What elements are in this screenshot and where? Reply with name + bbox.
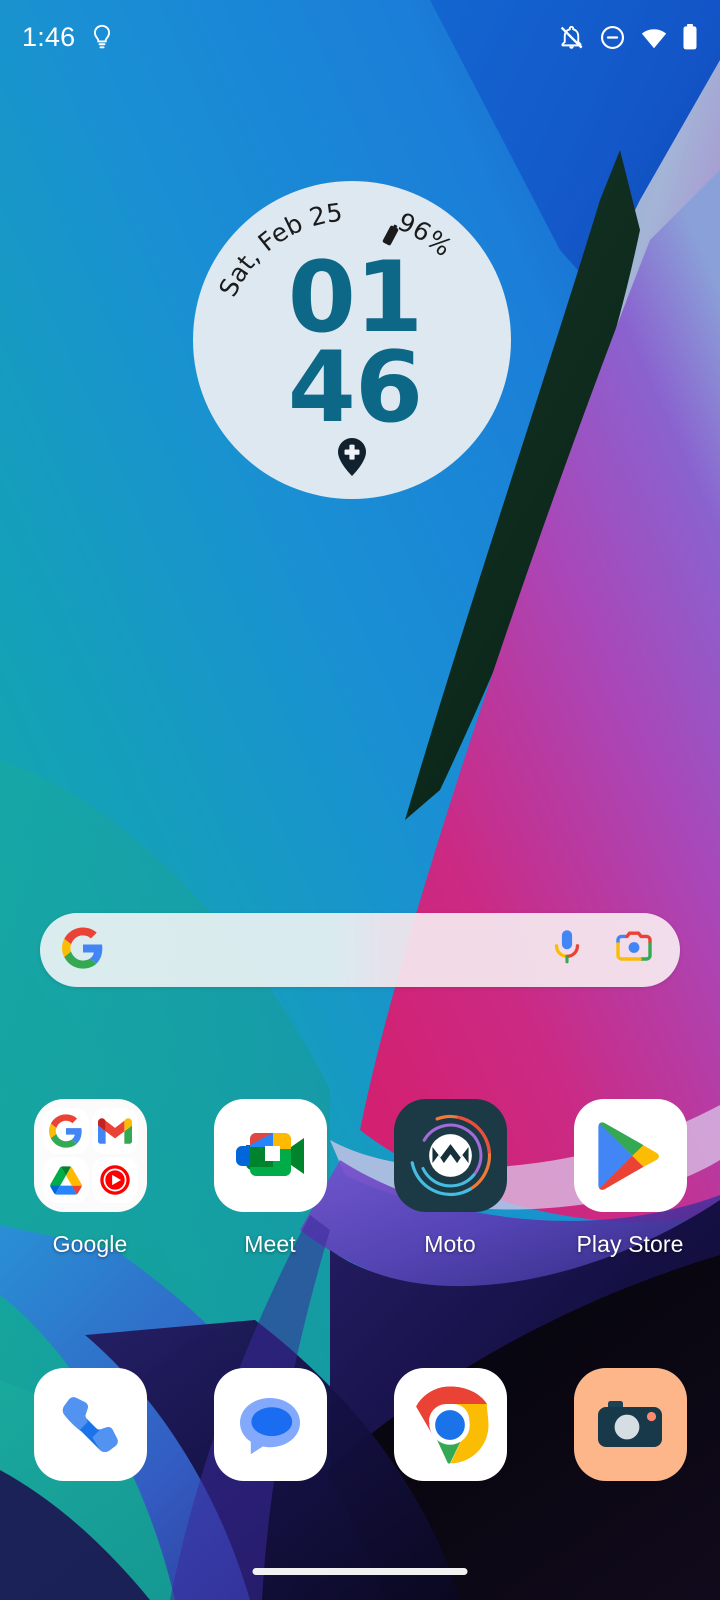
voice-search-icon[interactable] — [550, 928, 584, 973]
app-label-play-store: Play Store — [576, 1231, 684, 1257]
google-folder-icon[interactable] — [33, 1099, 147, 1212]
dock-item-messages[interactable] — [180, 1368, 360, 1481]
google-search-bar[interactable] — [40, 913, 680, 987]
google-g-icon — [62, 926, 104, 974]
youtube-music-icon — [91, 1157, 138, 1203]
status-bar-right — [558, 23, 698, 51]
dock-item-chrome[interactable] — [360, 1368, 540, 1481]
clock-minute: 46 — [287, 331, 423, 446]
status-bar-clock: 1:46 — [22, 21, 76, 52]
phone-icon[interactable] — [33, 1368, 147, 1481]
search-input[interactable] — [104, 913, 550, 987]
lightbulb-icon — [91, 24, 113, 50]
messages-icon[interactable] — [213, 1368, 327, 1481]
app-label-meet: Meet — [244, 1231, 296, 1257]
android-home-screen: 1:46 Sat, Feb 25 96% 01 46 Google Meet M… — [0, 0, 720, 1600]
dock-item-phone[interactable] — [0, 1368, 180, 1481]
gmail-icon — [91, 1108, 138, 1154]
dock-item-camera[interactable] — [540, 1368, 720, 1481]
chrome-icon[interactable] — [393, 1368, 507, 1481]
battery-icon — [682, 23, 698, 51]
app-label-google: Google — [52, 1231, 128, 1257]
status-bar[interactable]: 1:46 — [0, 0, 720, 74]
google-g-icon — [42, 1108, 89, 1154]
app-item-google-folder[interactable]: Google — [0, 1099, 180, 1258]
location-pin-plus-icon[interactable] — [335, 436, 369, 483]
google-drive-icon — [42, 1157, 89, 1203]
app-item-play-store[interactable]: Play Store — [540, 1099, 720, 1258]
google-play-store-icon[interactable] — [573, 1099, 687, 1212]
google-lens-icon[interactable] — [614, 930, 654, 971]
do-not-disturb-icon — [599, 24, 626, 51]
notifications-silenced-icon — [558, 24, 585, 51]
app-label-moto: Moto — [424, 1231, 476, 1257]
clock-widget[interactable]: Sat, Feb 25 96% 01 46 — [193, 181, 511, 499]
moto-icon[interactable] — [393, 1099, 507, 1212]
app-item-moto[interactable]: Moto — [360, 1099, 540, 1258]
dock — [0, 1368, 720, 1481]
google-meet-icon[interactable] — [213, 1099, 327, 1212]
app-item-meet[interactable]: Meet — [180, 1099, 360, 1258]
app-grid: Google Meet Moto Play Store — [0, 1099, 720, 1258]
home-gesture-bar[interactable] — [252, 1568, 468, 1575]
camera-icon[interactable] — [573, 1368, 687, 1481]
status-bar-left: 1:46 — [22, 21, 113, 52]
clock-hour: 01 — [287, 241, 423, 355]
wifi-icon — [640, 24, 668, 51]
clock-time: 01 46 — [193, 241, 511, 446]
